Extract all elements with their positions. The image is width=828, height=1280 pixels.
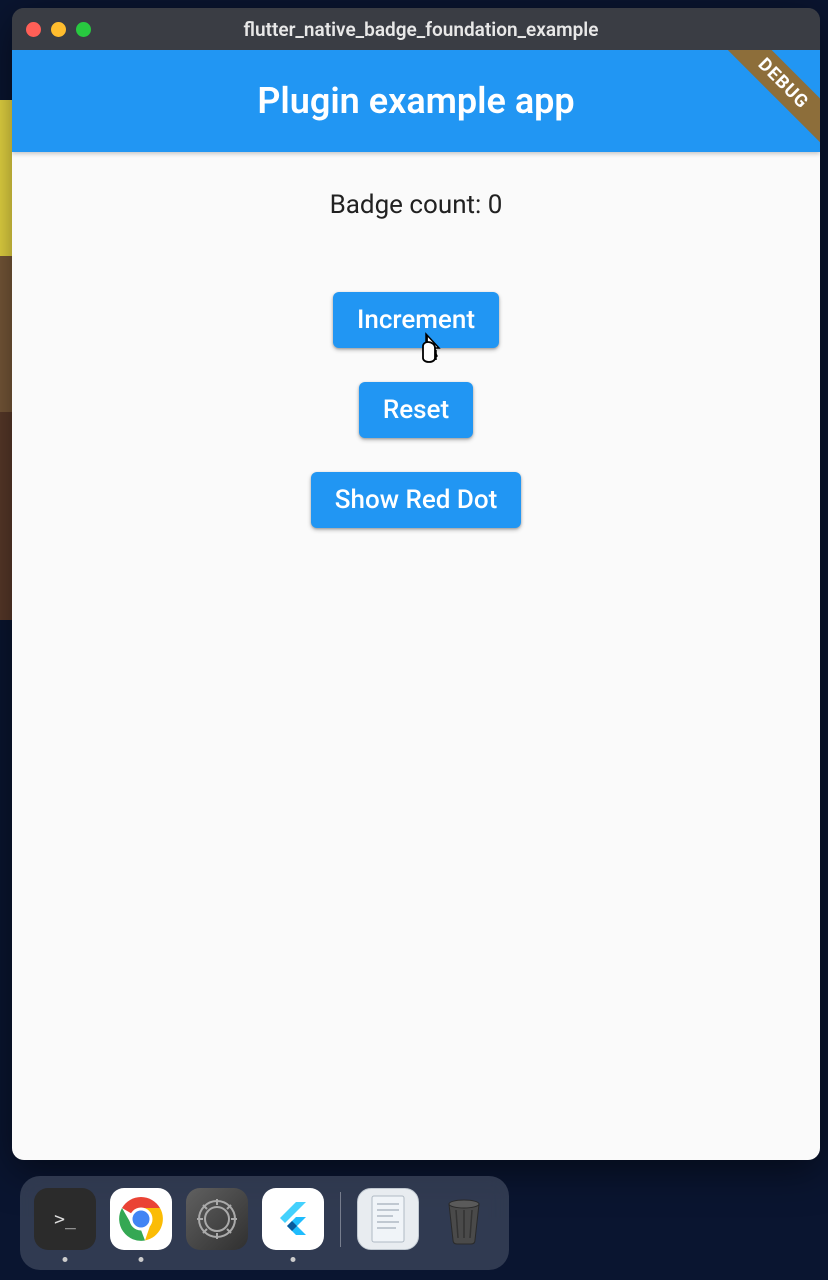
chrome-app-icon[interactable] [110,1188,172,1250]
system-settings-app-icon[interactable] [186,1188,248,1250]
dock-document-icon[interactable] [357,1188,419,1250]
background-sliver [0,100,12,620]
dock-divider [340,1192,341,1247]
maximize-window-button[interactable] [76,22,91,37]
app-body: Plugin example app DEBUG Badge count: 0 … [12,50,820,1160]
window-titlebar[interactable]: flutter_native_badge_foundation_example [12,8,820,50]
flutter-app-icon[interactable] [262,1188,324,1250]
increment-button[interactable]: Increment [333,292,499,348]
trash-icon[interactable] [433,1188,495,1250]
close-window-button[interactable] [26,22,41,37]
traffic-lights [26,22,91,37]
macos-dock: >_ [20,1176,509,1270]
minimize-window-button[interactable] [51,22,66,37]
content-area: Badge count: 0 Increment Reset Show Red … [12,152,820,562]
window-title: flutter_native_badge_foundation_example [91,18,751,41]
app-window: flutter_native_badge_foundation_example … [12,8,820,1160]
app-bar-title: Plugin example app [257,80,574,122]
reset-button[interactable]: Reset [359,382,473,438]
app-bar: Plugin example app DEBUG [12,50,820,152]
terminal-glyph: >_ [54,1209,76,1230]
debug-banner: DEBUG [714,50,820,152]
show-red-dot-button[interactable]: Show Red Dot [311,472,522,528]
badge-count-label: Badge count: 0 [330,190,503,220]
terminal-app-icon[interactable]: >_ [34,1188,96,1250]
dock-area: >_ [0,1170,828,1280]
